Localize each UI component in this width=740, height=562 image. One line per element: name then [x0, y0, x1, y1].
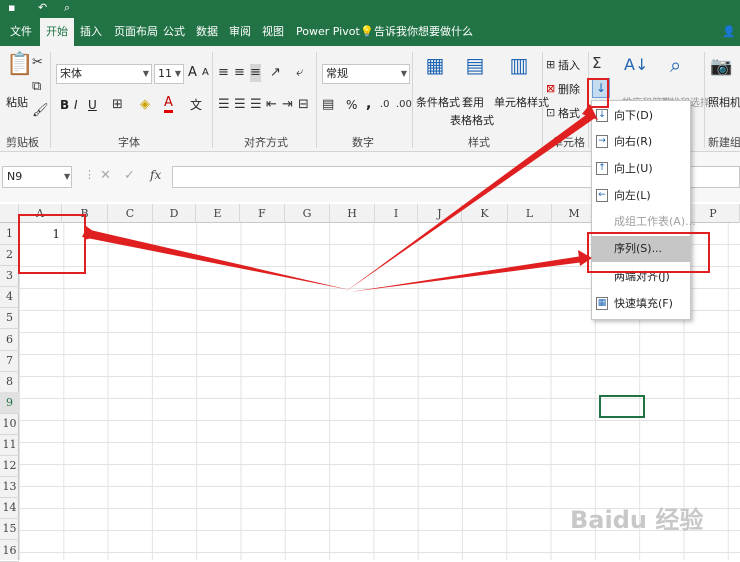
arrow-to-series: [350, 256, 584, 292]
watermark: Baidu 经验: [560, 488, 740, 548]
arrow-to-a1: [82, 229, 350, 290]
arrow-head-series: [578, 250, 592, 266]
annotation-arrows: [82, 104, 598, 292]
watermark-text: Baidu 经验: [570, 506, 704, 534]
